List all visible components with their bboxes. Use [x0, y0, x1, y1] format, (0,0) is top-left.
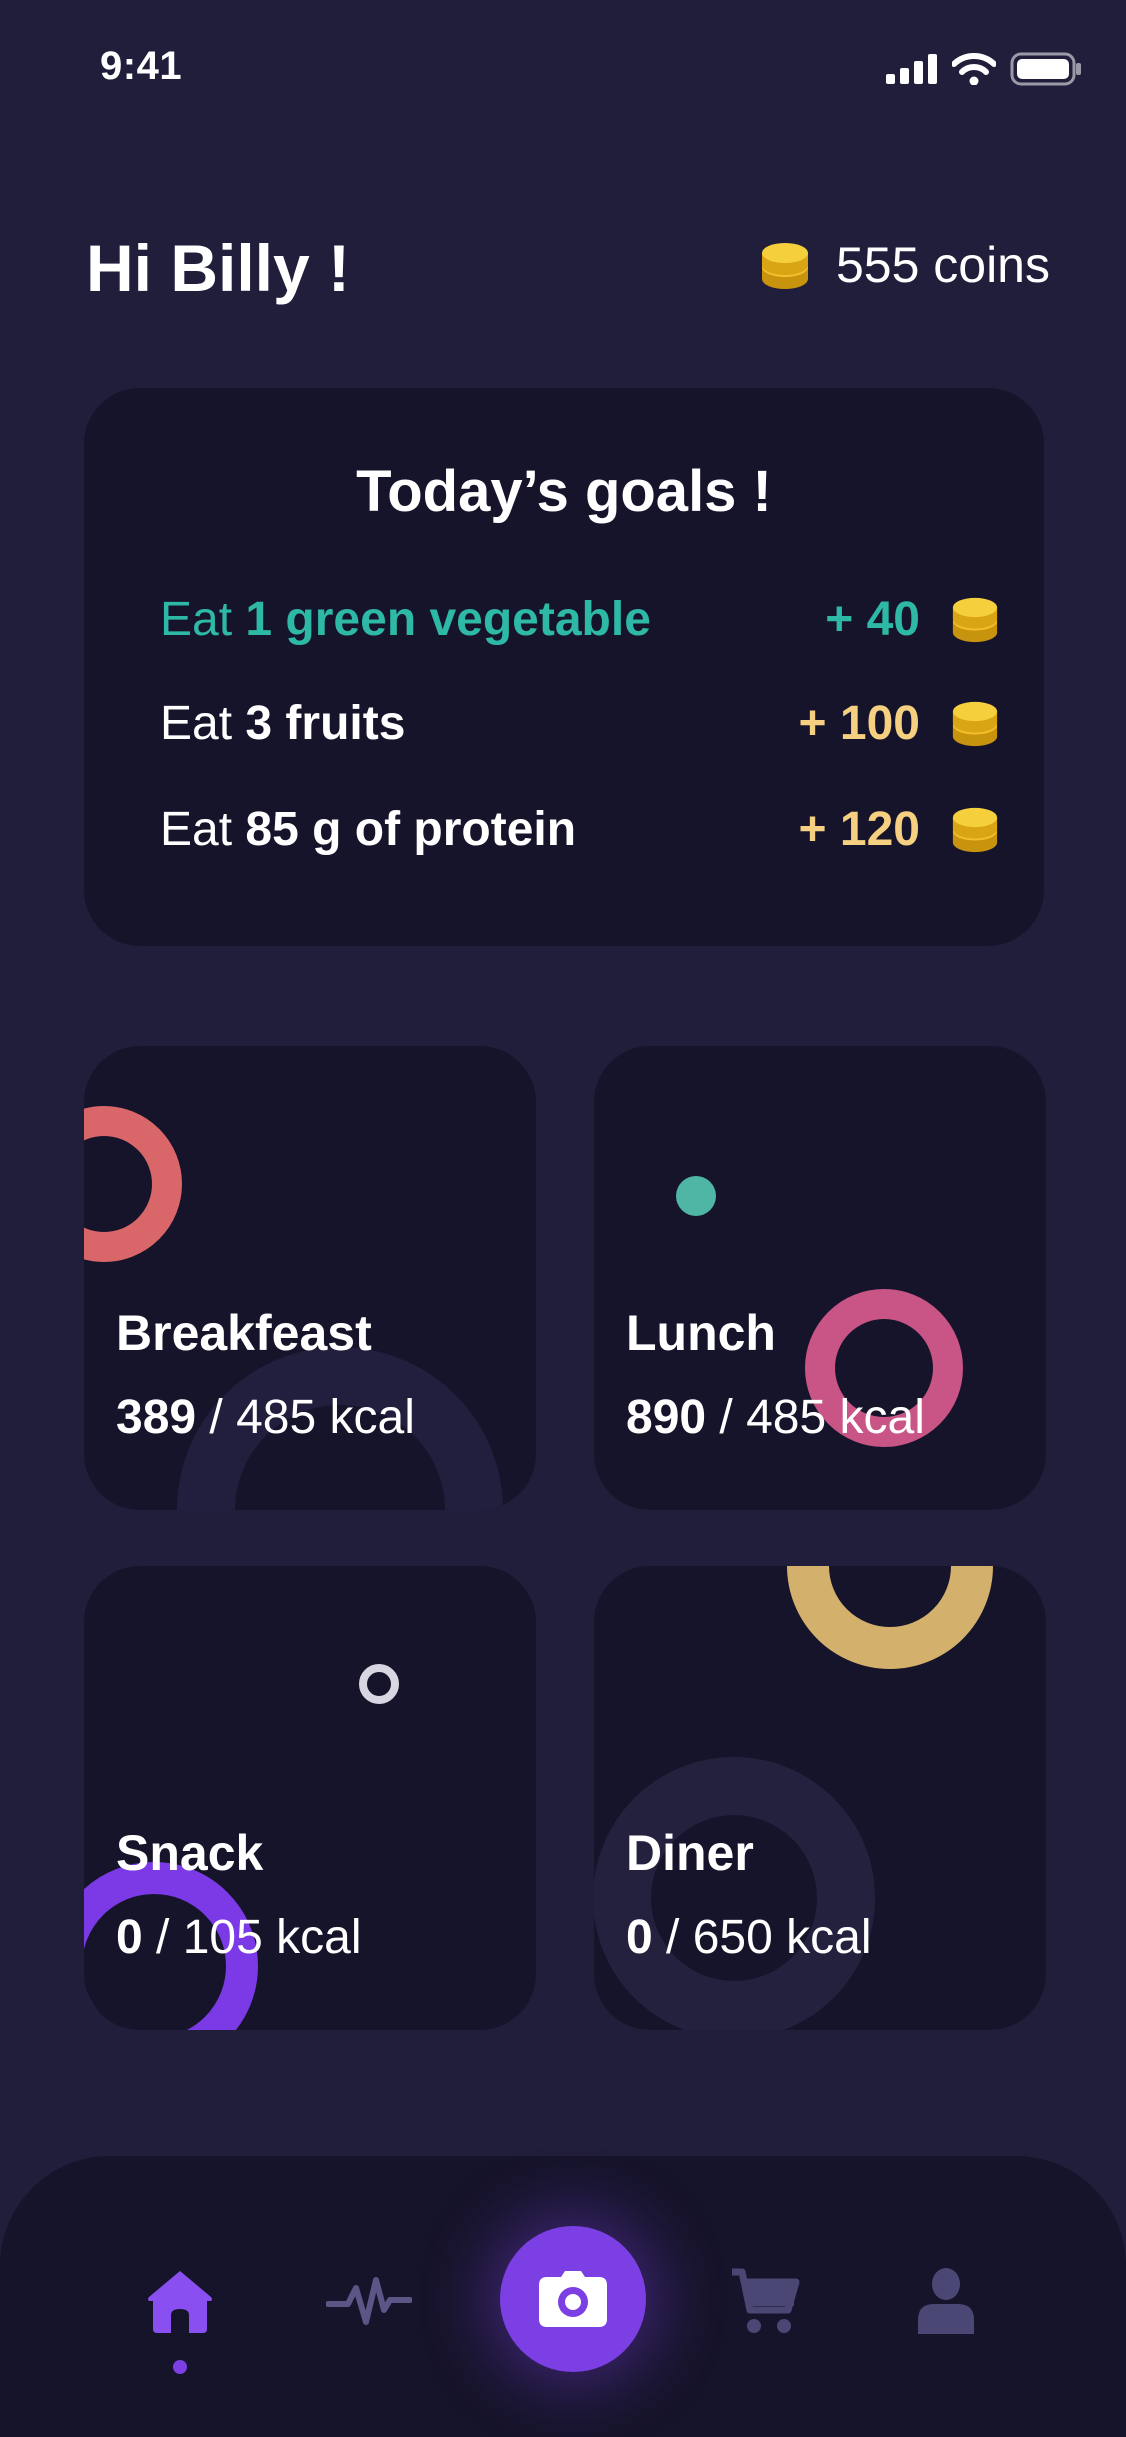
coin-icon	[952, 701, 998, 747]
greeting: Hi Billy !	[86, 231, 351, 305]
bottom-nav	[0, 2156, 1126, 2437]
meal-name: Breakfeast	[116, 1305, 372, 1361]
goal-item[interactable]: Eat 1 green vegetable + 40	[160, 584, 1000, 654]
status-time: 9:41	[100, 44, 183, 88]
meal-card-breakfast[interactable]: Breakfeast 389 / 485 kcal	[84, 1046, 536, 1510]
profile-icon	[918, 2268, 974, 2334]
active-indicator	[173, 2360, 187, 2374]
meal-name: Diner	[626, 1825, 754, 1881]
camera-icon	[539, 2271, 607, 2327]
coin-icon	[952, 807, 998, 853]
battery-icon	[1010, 52, 1081, 86]
meal-card-diner[interactable]: Diner 0 / 650 kcal	[594, 1566, 1046, 2030]
coins-balance[interactable]: 555 coins	[760, 236, 1050, 294]
status-icons	[886, 52, 1082, 86]
meal-card-snack[interactable]: Snack 0 / 105 kcal	[84, 1566, 536, 2030]
goal-reward: + 40	[825, 592, 920, 646]
nav-cart[interactable]	[730, 2266, 800, 2336]
meal-kcal: 0 / 650 kcal	[626, 1911, 872, 1964]
meal-name: Snack	[116, 1825, 264, 1881]
goal-text: Eat 3 fruits	[160, 696, 406, 750]
goal-text: Eat 85 g of protein	[160, 802, 577, 856]
goal-reward: + 120	[798, 802, 920, 856]
goal-item[interactable]: Eat 85 g of protein + 120	[160, 794, 1000, 864]
nav-camera-button[interactable]	[500, 2226, 646, 2372]
goal-item[interactable]: Eat 3 fruits + 100	[160, 688, 1000, 758]
meal-name: Lunch	[626, 1305, 776, 1361]
meal-kcal: 0 / 105 kcal	[116, 1911, 362, 1964]
goal-reward: + 100	[798, 696, 920, 750]
nav-home[interactable]	[142, 2264, 218, 2340]
cart-icon	[732, 2268, 800, 2333]
activity-icon	[326, 2277, 412, 2325]
home-icon	[148, 2271, 212, 2333]
nav-profile[interactable]	[916, 2266, 976, 2336]
goals-card: Today’s goals ! Eat 1 green vegetable + …	[84, 388, 1044, 946]
meal-kcal: 890 / 485 kcal	[626, 1391, 925, 1444]
goals-title: Today’s goals !	[356, 459, 772, 524]
coins-label: 555 coins	[835, 237, 1050, 293]
signal-icon	[886, 54, 937, 84]
wifi-icon	[952, 53, 996, 85]
meal-card-lunch[interactable]: Lunch 890 / 485 kcal	[594, 1046, 1046, 1510]
nav-activity[interactable]	[326, 2264, 412, 2340]
goal-text: Eat 1 green vegetable	[160, 592, 651, 646]
meal-kcal: 389 / 485 kcal	[116, 1391, 415, 1444]
coin-icon	[952, 597, 998, 643]
coins-icon	[761, 243, 808, 289]
